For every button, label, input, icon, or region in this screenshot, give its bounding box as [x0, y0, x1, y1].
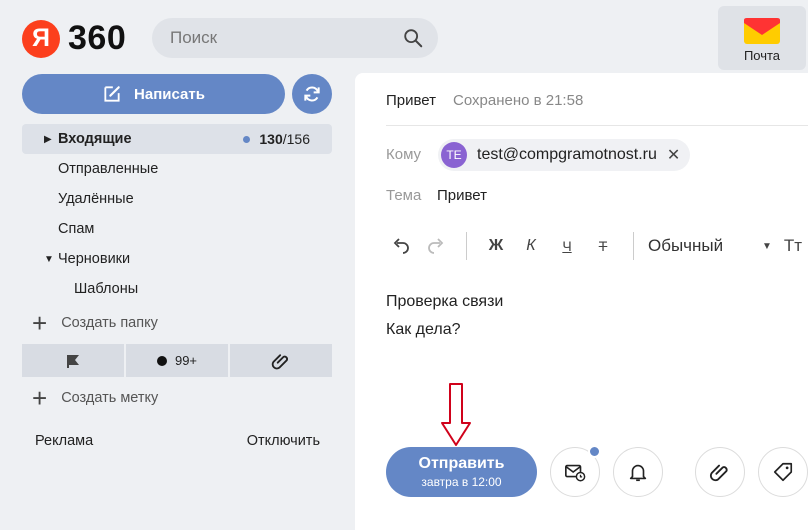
paperclip-icon — [271, 353, 288, 369]
body-line: Как дела? — [386, 321, 461, 338]
bell-icon — [629, 464, 647, 482]
plus-icon: + — [32, 308, 48, 338]
search-input[interactable]: Поиск — [152, 18, 438, 58]
body-line: Проверка связи — [386, 293, 504, 310]
flag-icon — [67, 354, 79, 368]
annotation-arrow-icon — [441, 383, 471, 446]
plus-icon: + — [32, 383, 48, 413]
compose-window: Привет Сохранено в 21:58 Кому TE test@co… — [355, 73, 808, 530]
search-placeholder: Поиск — [170, 28, 218, 47]
style-dropdown-icon[interactable]: ▼ — [756, 241, 778, 252]
redo-icon[interactable] — [416, 238, 456, 254]
to-label: Кому — [386, 146, 422, 163]
compose-button[interactable]: Написать — [22, 74, 285, 114]
reminder-button[interactable] — [613, 447, 663, 497]
strikethrough-button[interactable]: Т — [585, 238, 621, 254]
create-folder-button[interactable]: + Создать папку — [32, 308, 158, 338]
unread-dot-icon — [243, 135, 251, 143]
edit-icon — [104, 86, 120, 102]
folder-inbox[interactable]: ▶ Входящие 130 / 156 — [22, 124, 332, 154]
total-count: 156 — [286, 131, 310, 147]
folder-deleted[interactable]: Удалённые — [22, 184, 332, 214]
text-style-select[interactable]: Обычный — [648, 236, 756, 256]
folder-label: Спам — [58, 221, 95, 237]
folder-drafts[interactable]: ▼ Черновики — [22, 244, 332, 274]
yandex-360-logo[interactable]: Я 360 — [22, 19, 126, 58]
header-divider — [386, 125, 808, 126]
create-label-label: Создать метку — [61, 390, 159, 406]
remove-recipient-icon[interactable]: ✕ — [667, 145, 680, 165]
ad-label: Реклама — [35, 433, 94, 449]
disable-ads-link[interactable]: Отключить — [247, 433, 320, 449]
label-filter-bar: 99+ — [22, 344, 332, 377]
delayed-send-button[interactable] — [550, 445, 601, 497]
italic-button[interactable]: К — [513, 237, 549, 255]
mail-envelope-icon — [744, 17, 780, 44]
subject-label: Тема — [386, 187, 422, 204]
subject-field[interactable]: Привет — [437, 187, 487, 204]
folder-label: Отправленные — [58, 161, 159, 177]
label-button[interactable] — [758, 447, 808, 497]
refresh-button[interactable] — [292, 74, 332, 114]
recipient-email: test@compgramotnost.ru — [477, 146, 657, 163]
expand-arrow-icon[interactable]: ▶ — [44, 134, 52, 145]
collapse-arrow-icon[interactable]: ▼ — [44, 254, 54, 265]
recipient-avatar: TE — [441, 142, 467, 168]
compose-title: Привет — [386, 92, 437, 109]
folder-label: Шаблоны — [74, 281, 139, 297]
unread-filter-count: 99+ — [174, 353, 198, 368]
font-size-icon[interactable]: Тт — [778, 236, 808, 256]
folder-templates[interactable]: Шаблоны — [22, 274, 332, 304]
bold-button[interactable]: Ж — [479, 237, 513, 255]
logo-360-text: 360 — [68, 19, 127, 57]
folder-label: Входящие — [58, 131, 132, 147]
send-button[interactable]: Отправить завтра в 12:00 — [386, 447, 537, 497]
undo-icon[interactable] — [386, 238, 416, 254]
attach-button[interactable] — [695, 447, 745, 497]
scheduled-mail-icon — [565, 464, 586, 482]
mail-app-label: Почта — [743, 47, 781, 63]
ad-row: Реклама Отключить — [35, 433, 320, 449]
format-toolbar: Ж К Ч Т Обычный ▼ Тт — [386, 231, 808, 261]
send-label: Отправить — [418, 455, 505, 472]
attachments-filter[interactable] — [230, 344, 332, 377]
notification-dot — [588, 445, 601, 458]
unread-filter[interactable]: 99+ — [126, 344, 230, 377]
mail-app-tile[interactable]: Почта — [718, 6, 806, 70]
compose-label: Написать — [134, 85, 205, 103]
unread-dot-icon — [156, 355, 167, 366]
send-schedule: завтра в 12:00 — [421, 475, 502, 489]
inbox-counter: 130 / 156 — [243, 131, 310, 147]
recipient-chip[interactable]: TE test@compgramotnost.ru ✕ — [438, 139, 691, 171]
underline-button[interactable]: Ч — [549, 238, 585, 254]
create-label-button[interactable]: + Создать метку — [32, 383, 159, 413]
folder-sent[interactable]: Отправленные — [22, 154, 332, 184]
folder-label: Удалённые — [58, 191, 134, 207]
toolbar-divider — [633, 232, 634, 260]
folder-label: Черновики — [58, 251, 131, 267]
paperclip-icon — [709, 464, 728, 482]
refresh-icon — [304, 86, 320, 102]
tag-icon — [773, 462, 793, 482]
yandex-logo-icon: Я — [22, 19, 60, 58]
message-body[interactable]: Проверка связи Как дела? — [386, 288, 503, 344]
important-filter[interactable] — [22, 344, 126, 377]
saved-status: Сохранено в 21:58 — [453, 92, 584, 109]
toolbar-divider — [466, 232, 467, 260]
folder-list: ▶ Входящие 130 / 156 Отправленные Удалён… — [22, 124, 332, 304]
folder-spam[interactable]: Спам — [22, 214, 332, 244]
search-icon[interactable] — [402, 27, 424, 49]
unread-count: 130 — [259, 131, 283, 147]
create-folder-label: Создать папку — [61, 315, 158, 331]
